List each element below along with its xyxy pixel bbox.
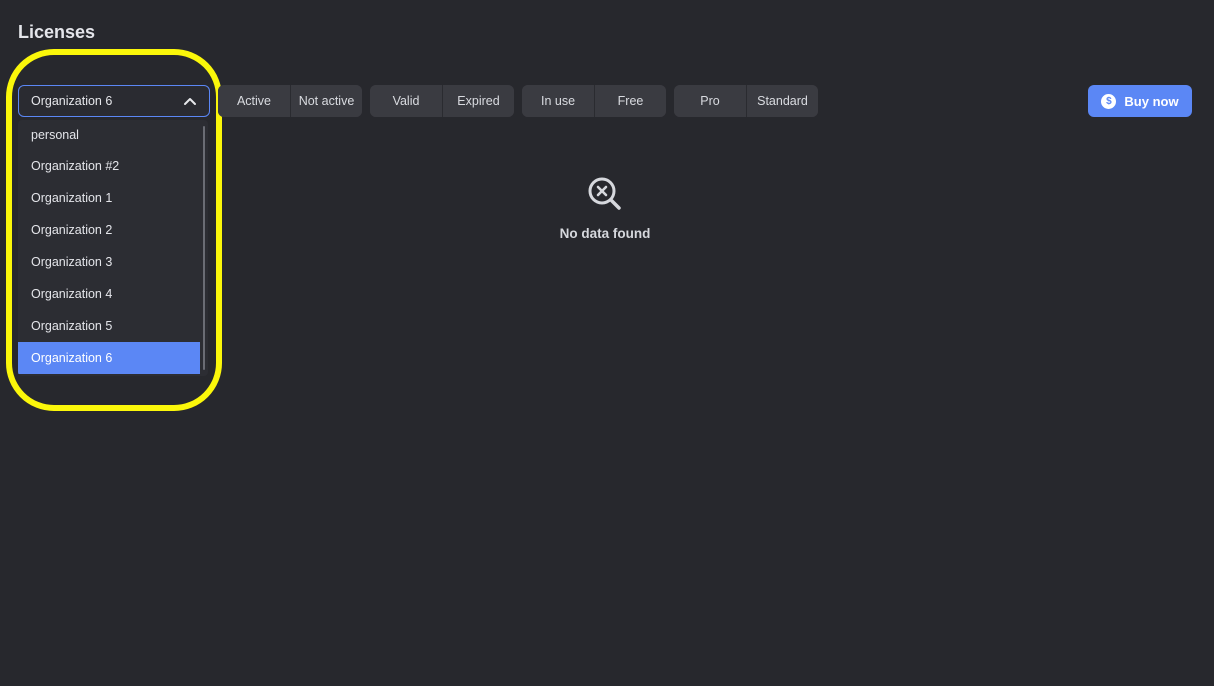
- filter-in-use[interactable]: In use: [522, 85, 594, 117]
- dropdown-scrollbar[interactable]: [203, 126, 205, 370]
- validity-filter: Valid Expired: [370, 85, 514, 117]
- filter-not-active[interactable]: Not active: [290, 85, 362, 117]
- buy-now-button[interactable]: $ Buy now: [1088, 85, 1192, 117]
- status-filter: Active Not active: [218, 85, 362, 117]
- org-option-personal[interactable]: personal: [18, 120, 200, 150]
- filter-valid[interactable]: Valid: [370, 85, 442, 117]
- org-option-organization-3[interactable]: Organization 3: [18, 246, 200, 278]
- tier-filter: Pro Standard: [674, 85, 818, 117]
- usage-filter: In use Free: [522, 85, 666, 117]
- filter-pro[interactable]: Pro: [674, 85, 746, 117]
- filter-expired[interactable]: Expired: [442, 85, 514, 117]
- organization-dropdown: personal Organization #2 Organization 1 …: [18, 120, 208, 376]
- dollar-icon: $: [1101, 93, 1117, 109]
- buy-now-label: Buy now: [1124, 93, 1179, 109]
- empty-state: No data found: [505, 176, 705, 241]
- org-option-organization-5[interactable]: Organization 5: [18, 310, 200, 342]
- org-option-organization-6[interactable]: Organization 6: [18, 342, 200, 374]
- org-option-organization-2-hash[interactable]: Organization #2: [18, 150, 200, 182]
- org-option-organization-2[interactable]: Organization 2: [18, 214, 200, 246]
- filter-standard[interactable]: Standard: [746, 85, 818, 117]
- page-title: Licenses: [18, 22, 96, 42]
- organization-select-value: Organization 6: [31, 94, 113, 108]
- filter-active[interactable]: Active: [218, 85, 290, 117]
- no-data-text: No data found: [559, 226, 651, 241]
- search-x-icon: [588, 177, 621, 210]
- org-option-organization-4[interactable]: Organization 4: [18, 278, 200, 310]
- filter-free[interactable]: Free: [594, 85, 666, 117]
- org-option-organization-1[interactable]: Organization 1: [18, 182, 200, 214]
- organization-select[interactable]: Organization 6: [18, 85, 210, 117]
- chevron-up-icon[interactable]: [183, 94, 197, 108]
